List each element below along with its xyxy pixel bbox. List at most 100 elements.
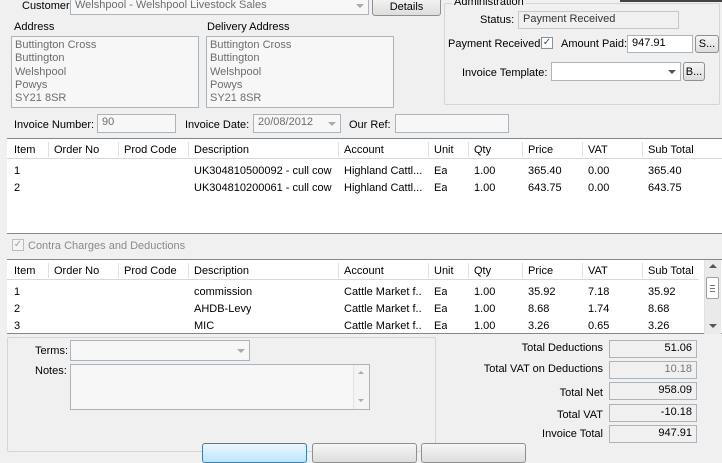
- row-item: 2: [14, 182, 21, 194]
- delivery-line: SY21 8SR: [210, 92, 262, 105]
- chevron-down-icon: [668, 69, 676, 74]
- delivery-address-box[interactable]: Buttington Cross Buttington Welshpool Po…: [206, 36, 394, 108]
- primary-button[interactable]: [202, 443, 307, 463]
- col-order-no[interactable]: Order No: [54, 265, 99, 277]
- row-unit: Ea: [434, 286, 448, 298]
- total-deductions-label: Total Deductions: [521, 342, 603, 354]
- row-price: 365.40: [528, 165, 562, 177]
- scroll-down-icon[interactable]: [358, 399, 364, 402]
- invoice-date-value: 20/08/2012: [258, 116, 314, 128]
- invoice-total-value: 947.91: [609, 425, 697, 443]
- invoice-template-select[interactable]: [551, 62, 681, 81]
- customer-combo[interactable]: Welshpool - Welshpool Livestock Sales: [70, 0, 369, 15]
- col-account[interactable]: Account: [344, 144, 384, 156]
- column-separator: [522, 142, 523, 157]
- terms-select[interactable]: [70, 340, 250, 361]
- column-separator: [338, 142, 339, 157]
- our-ref-label: Our Ref:: [349, 119, 391, 131]
- notes-scrollbar[interactable]: [353, 365, 369, 409]
- col-vat[interactable]: VAT: [588, 144, 608, 156]
- col-description[interactable]: Description: [194, 265, 249, 277]
- table-row[interactable]: 3 MIC Cattle Market f... Ea 1.00 3.26 0.…: [7, 318, 699, 334]
- col-sub-total[interactable]: Sub Total: [648, 144, 694, 156]
- row-sub-total: 643.75: [648, 182, 682, 194]
- total-net-label: Total Net: [559, 387, 603, 399]
- details-button[interactable]: Details: [372, 0, 441, 16]
- total-net-value: 958.09: [609, 382, 697, 400]
- row-unit: Ea: [434, 303, 448, 315]
- col-qty[interactable]: Qty: [474, 265, 491, 277]
- col-unit[interactable]: Unit: [434, 144, 454, 156]
- row-item: 3: [14, 320, 21, 332]
- toolbar-edge: [620, 0, 722, 2]
- address-box[interactable]: Buttington Cross Buttington Welshpool Po…: [11, 36, 199, 108]
- column-separator: [188, 263, 189, 278]
- row-account: Cattle Market f...: [344, 286, 422, 298]
- col-account[interactable]: Account: [344, 265, 384, 277]
- contra-scrollbar[interactable]: [704, 260, 721, 334]
- administration-title: Administration: [452, 0, 526, 8]
- our-ref-field[interactable]: [395, 114, 509, 133]
- row-vat: 1.74: [588, 303, 610, 315]
- amount-paid-button[interactable]: S...: [695, 35, 719, 53]
- row-vat: 7.18: [588, 286, 610, 298]
- col-sub-total[interactable]: Sub Total: [648, 265, 694, 277]
- col-prod-code[interactable]: Prod Code: [124, 265, 177, 277]
- notes-label: Notes:: [35, 365, 67, 377]
- col-prod-code[interactable]: Prod Code: [124, 144, 177, 156]
- invoice-template-button[interactable]: B...: [683, 62, 705, 81]
- amount-paid-label: Amount Paid:: [561, 38, 628, 50]
- row-vat: 0.65: [588, 320, 610, 332]
- invoice-date-picker[interactable]: 20/08/2012: [253, 114, 341, 133]
- column-separator: [522, 263, 523, 278]
- table-row[interactable]: 1 commission Cattle Market f... Ea 1.00 …: [7, 284, 699, 300]
- scroll-thumb[interactable]: [706, 277, 719, 299]
- contra-grid[interactable]: Item Order No Prod Code Description Acco…: [7, 259, 722, 334]
- notes-textarea[interactable]: [70, 364, 370, 410]
- col-item[interactable]: Item: [14, 265, 35, 277]
- row-description: commission: [194, 286, 253, 298]
- col-unit[interactable]: Unit: [434, 265, 454, 277]
- delivery-line: Welshpool: [210, 65, 262, 78]
- invoice-number-field[interactable]: 90: [97, 114, 176, 133]
- col-item[interactable]: Item: [14, 144, 35, 156]
- amount-paid-input[interactable]: 947.91: [627, 35, 693, 53]
- address-line: Powys: [15, 78, 48, 91]
- invoice-number-label: Invoice Number:: [14, 119, 95, 131]
- terms-label: Terms:: [35, 345, 68, 357]
- column-separator: [428, 142, 429, 157]
- row-description: AHDB-Levy: [194, 303, 252, 315]
- row-description: MIC: [194, 320, 215, 332]
- address-line: Buttington Cross: [15, 39, 97, 51]
- total-vat-deductions-value: 10.18: [609, 361, 697, 379]
- delivery-address-label: Delivery Address: [207, 21, 290, 33]
- chevron-down-icon: [356, 4, 364, 8]
- scroll-up-icon[interactable]: [709, 264, 717, 268]
- table-row[interactable]: 2 UK304810200061 - cull cow Highland Cat…: [7, 180, 722, 196]
- row-account: Highland Cattl...: [344, 165, 422, 177]
- col-price[interactable]: Price: [528, 144, 553, 156]
- table-row[interactable]: 1 UK304810500092 - cull cow Highland Cat…: [7, 163, 722, 179]
- payment-received-checkbox[interactable]: ✓: [541, 37, 553, 49]
- col-vat[interactable]: VAT: [588, 265, 608, 277]
- invoice-template-label: Invoice Template:: [462, 67, 548, 79]
- scroll-down-icon[interactable]: [709, 324, 717, 328]
- col-order-no[interactable]: Order No: [54, 144, 99, 156]
- payment-received-label: Payment Received: [448, 38, 541, 50]
- scroll-up-icon[interactable]: [358, 371, 364, 374]
- secondary-button[interactable]: [312, 443, 417, 463]
- row-sub-total: 35.92: [648, 286, 676, 298]
- invoice-items-grid[interactable]: Item Order No Prod Code Description Acco…: [7, 138, 722, 234]
- table-row[interactable]: 2 AHDB-Levy Cattle Market f... Ea 1.00 8…: [7, 301, 699, 317]
- row-description: UK304810200061 - cull cow: [194, 182, 332, 194]
- column-separator: [642, 263, 643, 278]
- column-separator: [468, 142, 469, 157]
- row-qty: 1.00: [474, 303, 496, 315]
- contra-checkbox[interactable]: ✓: [12, 239, 24, 251]
- col-description[interactable]: Description: [194, 144, 249, 156]
- row-price: 8.68: [528, 303, 550, 315]
- col-qty[interactable]: Qty: [474, 144, 491, 156]
- col-price[interactable]: Price: [528, 265, 553, 277]
- customer-value: Welshpool - Welshpool Livestock Sales: [75, 0, 267, 11]
- tertiary-button[interactable]: [421, 443, 526, 463]
